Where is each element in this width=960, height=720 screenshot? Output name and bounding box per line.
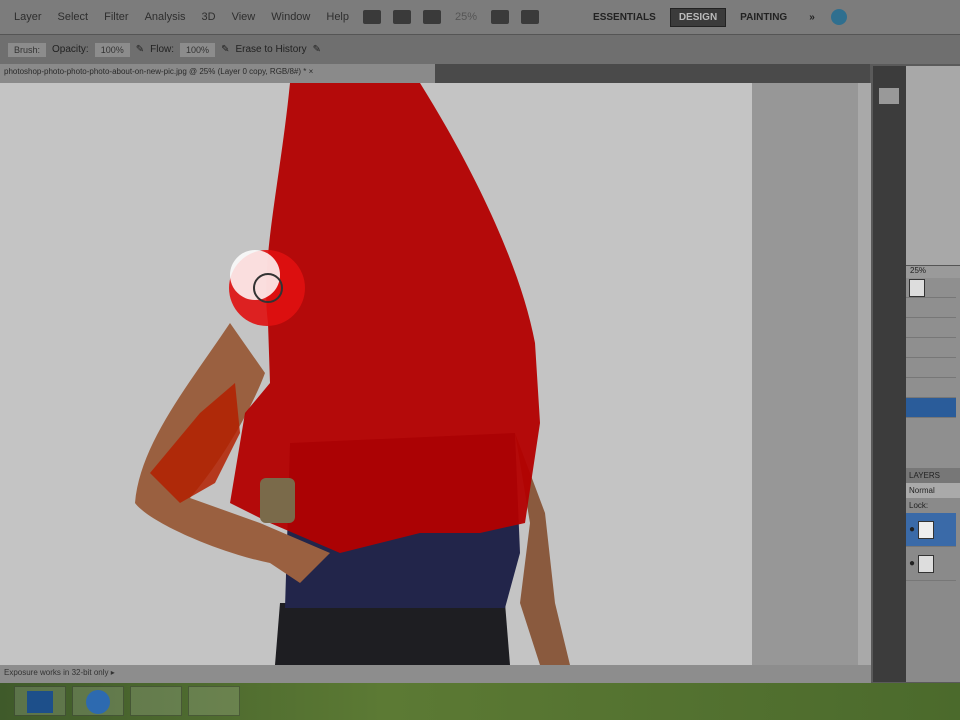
explorer-taskbar-icon[interactable] — [130, 686, 182, 716]
status-bar: Exposure works in 32-bit only ▸ — [0, 665, 871, 683]
erase-to-history-checkbox[interactable]: Erase to History — [235, 44, 306, 55]
tablet-pressure-icon[interactable]: ✎ — [221, 44, 229, 55]
document-canvas[interactable] — [0, 83, 752, 665]
panel-toggle-icon[interactable] — [879, 88, 899, 104]
arrange-documents-icon[interactable] — [491, 10, 510, 24]
history-state[interactable] — [906, 378, 956, 398]
panels-column: 25% LAYERS Normal Lock: ● ● — [906, 66, 960, 682]
layer-row[interactable]: ● — [906, 547, 956, 581]
brush-label: Brush: — [8, 42, 47, 57]
document-tab[interactable]: photoshop-photo-photo-photo-about-on-new… — [0, 64, 435, 83]
flow-label: Flow: — [150, 44, 175, 55]
close-tab-button[interactable]: × — [309, 67, 314, 76]
eye-icon[interactable]: ● — [909, 558, 915, 569]
layers-title[interactable]: LAYERS — [906, 468, 960, 483]
blend-mode-select[interactable]: Normal — [906, 483, 960, 498]
history-state[interactable] — [906, 338, 956, 358]
pasteboard — [752, 83, 858, 665]
history-state[interactable] — [906, 358, 956, 378]
photoshop-taskbar-icon[interactable] — [14, 686, 66, 716]
navigator-panel — [906, 66, 960, 266]
menu-layer[interactable]: Layer — [6, 11, 50, 23]
layer-row-active[interactable]: ● — [906, 513, 956, 547]
menu-3d[interactable]: 3D — [194, 11, 224, 23]
opacity-label: Opacity: — [52, 44, 89, 55]
menu-help[interactable]: Help — [318, 11, 357, 23]
app-taskbar-icon[interactable] — [188, 686, 240, 716]
history-state[interactable] — [906, 298, 956, 318]
brush-pressure-icon[interactable]: ✎ — [313, 44, 321, 55]
bridge-icon[interactable] — [363, 10, 381, 24]
menu-analysis[interactable]: Analysis — [137, 11, 194, 23]
history-state[interactable] — [906, 318, 956, 338]
vertical-scrollbar[interactable] — [858, 83, 871, 665]
view-extras-icon[interactable] — [423, 10, 441, 24]
menu-select[interactable]: Select — [50, 11, 97, 23]
menu-view[interactable]: View — [224, 11, 264, 23]
status-text: Exposure works in 32-bit only — [4, 668, 109, 677]
opacity-field[interactable]: 100% — [94, 42, 130, 57]
more-workspaces-button[interactable]: » — [801, 9, 823, 26]
itunes-taskbar-icon[interactable] — [72, 686, 124, 716]
panel-dock — [873, 66, 906, 682]
menu-bar: Layer Select Filter Analysis 3D View Win… — [0, 0, 960, 34]
document-title: photoshop-photo-photo-photo-about-on-new… — [4, 67, 307, 76]
cs-live-icon[interactable] — [830, 9, 847, 25]
screen-mode-icon[interactable] — [521, 10, 540, 24]
workspace-painting[interactable]: PAINTING — [732, 9, 795, 26]
navigator-zoom[interactable]: 25% — [906, 266, 960, 278]
airbrush-icon[interactable]: ✎ — [136, 44, 144, 55]
history-snapshot[interactable] — [906, 278, 956, 298]
options-bar: Brush: Opacity: 100% ✎ Flow: 100% ✎ Eras… — [0, 34, 960, 64]
pants — [275, 603, 510, 665]
minibridge-icon[interactable] — [393, 10, 411, 24]
workspace-essentials[interactable]: ESSENTIALS — [585, 9, 664, 26]
menu-filter[interactable]: Filter — [96, 11, 136, 23]
workspace-design[interactable]: DESIGN — [669, 7, 727, 27]
history-state-active[interactable] — [906, 398, 956, 418]
eye-icon[interactable]: ● — [909, 524, 915, 535]
windows-taskbar — [0, 683, 960, 720]
flow-field[interactable]: 100% — [180, 42, 216, 57]
history-panel — [906, 278, 960, 468]
menu-window[interactable]: Window — [263, 11, 318, 23]
zoom-level-select[interactable]: 25% — [447, 11, 485, 23]
lock-label: Lock: — [909, 501, 929, 510]
photo-with-quick-mask — [135, 83, 570, 665]
bracelet — [260, 478, 295, 523]
